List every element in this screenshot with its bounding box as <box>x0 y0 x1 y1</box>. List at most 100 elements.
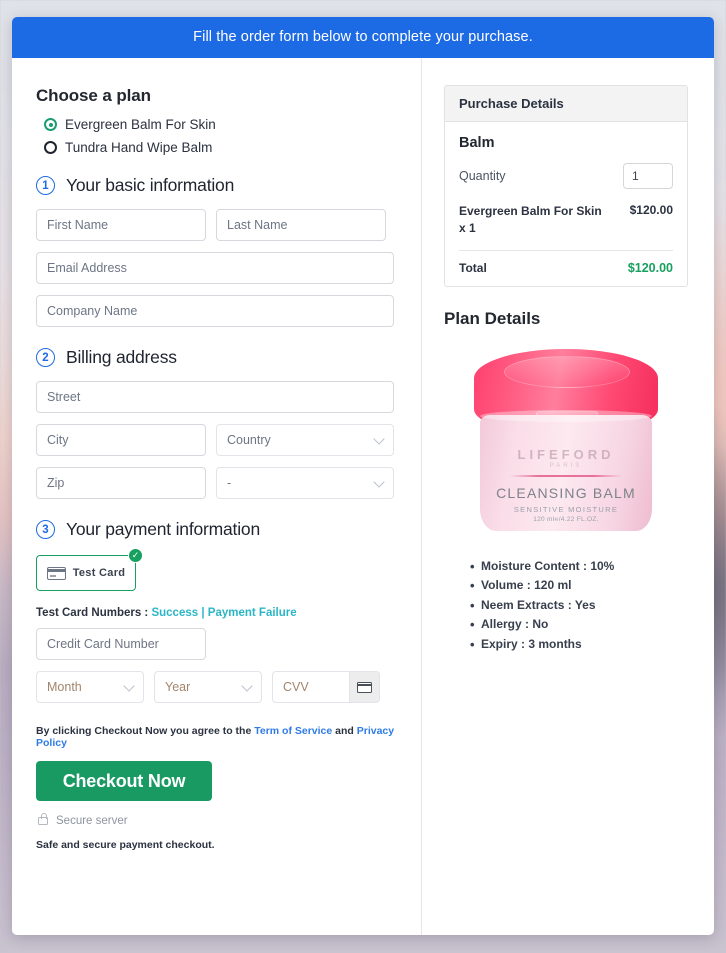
jar-body: LIFEFORD PARIS CLEANSING BALM SENSITIVE … <box>480 409 652 531</box>
last-name-input[interactable] <box>216 209 386 241</box>
payment-failure-test-card-link[interactable]: Payment Failure <box>208 607 297 619</box>
terms-notice: By clicking Checkout Now you agree to th… <box>36 725 397 749</box>
product-name: Balm <box>459 135 495 151</box>
secure-server-text: Secure server <box>56 815 128 827</box>
total-row: Total $120.00 <box>459 251 673 275</box>
list-item: Volume : 120 ml <box>470 575 688 597</box>
terms-of-service-link[interactable]: Term of Service <box>254 725 332 737</box>
first-name-input[interactable] <box>36 209 206 241</box>
city-country-row: Country <box>36 424 397 456</box>
cvv-help-button[interactable] <box>349 672 379 702</box>
step-number-badge: 2 <box>36 348 55 367</box>
page-banner: Fill the order form below to complete yo… <box>12 17 714 58</box>
line-item-name: Evergreen Balm For Skin <box>459 204 602 218</box>
choose-plan-heading: Choose a plan <box>36 86 151 105</box>
product-image: LIFEFORD PARIS CLEANSING BALM SENSITIVE … <box>466 343 666 541</box>
product-brand-sub: PARIS <box>549 462 583 469</box>
plan-option-tundra[interactable]: Tundra Hand Wipe Balm <box>44 140 397 155</box>
product-brand: LIFEFORD <box>517 446 615 462</box>
state-select-value: - <box>227 476 232 490</box>
list-item: Allergy : No <box>470 614 688 636</box>
step-title: Your payment information <box>66 519 260 539</box>
plan-option-label: Tundra Hand Wipe Balm <box>65 140 213 155</box>
product-title: CLEANSING BALM <box>496 484 636 501</box>
expiry-cvv-row: Month Year CVV <box>36 671 397 703</box>
card-back-icon <box>357 681 372 693</box>
cvv-field-group: CVV <box>272 671 380 703</box>
quantity-row: Quantity <box>459 163 673 189</box>
zip-input[interactable] <box>36 467 206 499</box>
chevron-down-icon <box>373 476 385 488</box>
cvv-input[interactable]: CVV <box>273 680 349 694</box>
company-name-input[interactable] <box>36 295 394 327</box>
success-test-card-link[interactable]: Success <box>151 607 198 619</box>
chevron-down-icon <box>123 680 135 692</box>
step-number-badge: 1 <box>36 176 55 195</box>
expiry-year-select[interactable]: Year <box>154 671 262 703</box>
test-card-label: Test Card <box>72 567 126 579</box>
country-select-value: Country <box>227 433 271 447</box>
test-card-wrapper: Test Card ✓ <box>36 548 143 591</box>
product-spec-list: Moisture Content : 10% Volume : 120 ml N… <box>470 556 688 656</box>
test-card-method-button[interactable]: Test Card <box>36 555 136 591</box>
credit-card-number-input[interactable] <box>36 628 206 660</box>
check-circle-icon: ✓ <box>128 548 143 563</box>
terms-prefix: By clicking Checkout Now you agree to th… <box>36 725 252 737</box>
line-item-row: Evergreen Balm For Skin x 1 $120.00 <box>459 203 673 251</box>
test-numbers-prefix: Test Card Numbers : <box>36 607 149 619</box>
expiry-year-value: Year <box>165 680 191 694</box>
country-select[interactable]: Country <box>216 424 394 456</box>
secure-server-row: Secure server <box>38 813 397 827</box>
line-item-quantity: x 1 <box>459 221 476 236</box>
step-number-badge: 3 <box>36 520 55 539</box>
terms-and: and <box>335 725 354 737</box>
card-number-row <box>36 628 397 660</box>
step-title: Your basic information <box>66 175 235 195</box>
list-item: Neem Extracts : Yes <box>470 595 688 617</box>
list-item: Expiry : 3 months <box>470 634 688 656</box>
content-columns: Choose a plan Evergreen Balm For Skin Tu… <box>12 58 714 935</box>
total-label: Total <box>459 260 487 275</box>
product-subtitle: SENSITIVE MOISTURE <box>513 504 619 514</box>
name-fields-row <box>36 209 397 241</box>
safe-checkout-text: Safe and secure payment checkout. <box>36 839 215 851</box>
purchase-details-panel: Purchase Details Balm Quantity Evergreen… <box>444 85 688 287</box>
line-item-price: $120.00 <box>629 203 673 217</box>
checkout-card: Fill the order form below to complete yo… <box>12 17 714 935</box>
step-title: Billing address <box>66 347 177 367</box>
line-item-description: Evergreen Balm For Skin x 1 <box>459 203 602 238</box>
order-form-column: Choose a plan Evergreen Balm For Skin Tu… <box>12 58 422 935</box>
company-row <box>36 295 397 327</box>
plan-option-label: Evergreen Balm For Skin <box>65 117 216 132</box>
step-1-heading: 1 Your basic information <box>36 175 397 196</box>
link-separator: | <box>201 607 205 619</box>
jar-divider <box>510 474 622 478</box>
radio-selected-icon[interactable] <box>44 118 57 131</box>
city-input[interactable] <box>36 424 206 456</box>
product-volume: 120 ml℮/4.22 FL.OZ. <box>533 515 599 523</box>
checkout-now-button[interactable]: Checkout Now <box>36 761 212 801</box>
state-select[interactable]: - <box>216 467 394 499</box>
plan-details-heading: Plan Details <box>444 308 541 328</box>
summary-column: Purchase Details Balm Quantity Evergreen… <box>422 58 714 935</box>
zip-state-row: - <box>36 467 397 499</box>
purchase-details-title: Purchase Details <box>445 86 687 122</box>
test-card-numbers-line: Test Card Numbers : Success | Payment Fa… <box>36 607 397 619</box>
email-field[interactable] <box>36 252 394 284</box>
credit-card-icon <box>46 566 66 580</box>
purchase-details-body: Balm Quantity Evergreen Balm For Skin x … <box>445 122 687 286</box>
radio-unselected-icon[interactable] <box>44 141 57 154</box>
quantity-label: Quantity <box>459 169 506 183</box>
step-3-heading: 3 Your payment information <box>36 519 397 540</box>
chevron-down-icon <box>241 680 253 692</box>
expiry-month-select[interactable]: Month <box>36 671 144 703</box>
step-2-heading: 2 Billing address <box>36 347 397 368</box>
plan-option-evergreen[interactable]: Evergreen Balm For Skin <box>44 117 397 132</box>
chevron-down-icon <box>373 433 385 445</box>
expiry-month-value: Month <box>47 680 82 694</box>
quantity-stepper[interactable] <box>623 163 673 189</box>
total-amount: $120.00 <box>627 260 673 275</box>
list-item: Moisture Content : 10% <box>470 556 688 578</box>
street-input[interactable] <box>36 381 394 413</box>
street-row <box>36 381 397 413</box>
